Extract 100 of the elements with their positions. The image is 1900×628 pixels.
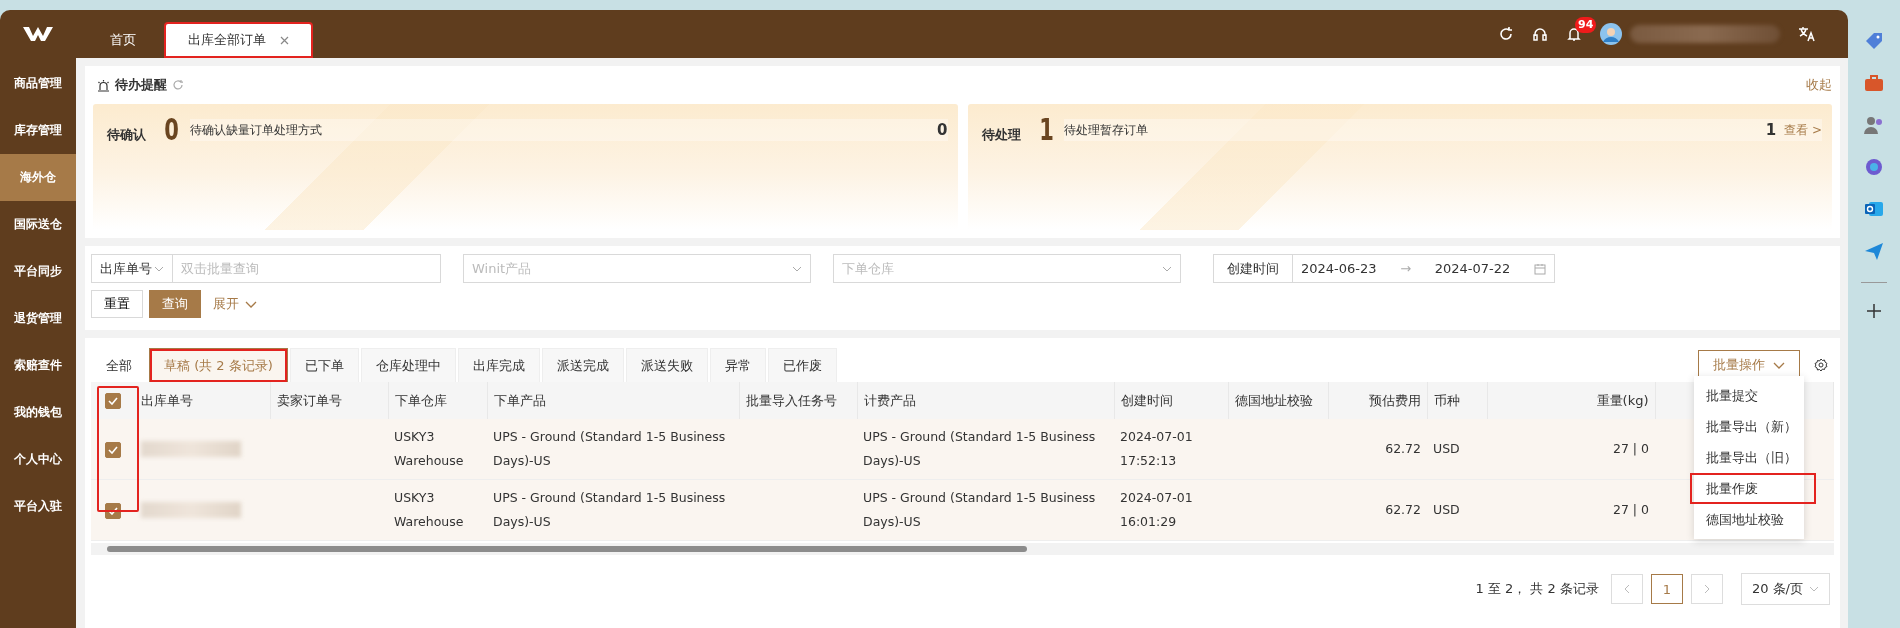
table-cell: UPS - Ground (Standard 1-5 Business Days)-US: [863, 429, 1096, 468]
task-count: 1: [1765, 121, 1777, 139]
column-header: 卖家订单号: [276, 392, 342, 408]
record-summary: 1 至 2， 共 2 条记录: [1475, 580, 1599, 598]
view-link[interactable]: 查看 >: [1784, 121, 1822, 139]
date-type-select[interactable]: 创建时间: [1213, 254, 1293, 283]
refresh-icon[interactable]: [1498, 26, 1514, 42]
table-cell: USD: [1433, 441, 1460, 456]
chevron-icon: [1773, 361, 1785, 369]
page-tab[interactable]: 首页: [86, 22, 160, 58]
chevron-icon: [792, 265, 802, 272]
horizontal-scrollbar[interactable]: [91, 543, 1834, 555]
chevron-icon: [1162, 265, 1172, 272]
menu-item[interactable]: 批量导出（旧）: [1694, 442, 1804, 473]
table-cell: 62.72: [1385, 441, 1421, 456]
menu-item[interactable]: 德国地址校验: [1694, 504, 1804, 535]
count-number: 0: [164, 112, 179, 148]
table-cell: UPS - Ground (Standard 1-5 Business Days)-US: [863, 490, 1096, 529]
check-icon: [108, 445, 118, 454]
chevron-icon: [1809, 586, 1819, 592]
headset-icon[interactable]: [1532, 26, 1548, 42]
check-icon: [108, 506, 118, 515]
status-tab[interactable]: 已下单: [289, 348, 359, 382]
card-label: 待处理: [981, 126, 1022, 144]
notification-badge: 94: [1575, 17, 1597, 33]
table-cell: 27 | 0: [1612, 502, 1649, 517]
table-cell: 2024-07-01 17:52:13: [1120, 429, 1193, 468]
table-cell: USKY3 Warehouse: [394, 490, 464, 529]
send-icon[interactable]: [1863, 240, 1885, 262]
translate-icon[interactable]: [1798, 26, 1816, 42]
field-select[interactable]: 出库单号: [91, 254, 173, 283]
check-icon: [108, 396, 118, 405]
column-header: 计费产品: [863, 392, 916, 408]
column-header: 下单产品: [493, 392, 546, 408]
page-button[interactable]: 1: [1650, 574, 1683, 604]
page-size-select[interactable]: 20 条/页: [1740, 573, 1830, 605]
column-header: 创建时间: [1120, 392, 1173, 408]
panel-title: 待办提醒: [115, 76, 167, 94]
calendar-icon: [1534, 262, 1546, 275]
status-tab[interactable]: 派送完成: [541, 348, 624, 382]
date-range-field[interactable]: 2024-06-23 → 2024-07-22: [1293, 254, 1555, 283]
count-number: 1: [1038, 112, 1054, 148]
sidebar-item[interactable]: 我的钱包: [0, 389, 76, 436]
status-tab[interactable]: 已作废: [767, 348, 837, 382]
column-header: 下单仓库: [394, 392, 447, 408]
column-header: 批量导入任务号: [745, 392, 837, 408]
task-text: 待处理暂存订单: [1064, 121, 1150, 139]
table-cell: UPS - Ground (Standard 1-5 Business Days)-US: [493, 429, 726, 468]
search-field[interactable]: 双击批量查询: [173, 254, 441, 283]
table-cell: UPS - Ground (Standard 1-5 Business Days)-US: [493, 490, 726, 529]
card-label: 待确认: [107, 126, 147, 144]
table-cell: 62.72: [1385, 502, 1421, 517]
status-tab[interactable]: 异常: [709, 348, 766, 382]
toolbox-icon[interactable]: [1863, 72, 1885, 94]
chevron-right-icon: [1703, 584, 1710, 594]
swirl-icon[interactable]: [1863, 156, 1885, 178]
menu-item[interactable]: 批量作废: [1690, 473, 1816, 504]
table-cell: USD: [1433, 502, 1460, 517]
logo-icon: [23, 27, 53, 41]
people-icon[interactable]: [1863, 114, 1885, 136]
close-icon[interactable]: [280, 35, 289, 45]
add-icon[interactable]: [1866, 303, 1882, 319]
status-tab[interactable]: 派送失败: [625, 348, 708, 382]
alarm-icon: [97, 78, 110, 92]
status-tab[interactable]: 仓库处理中: [360, 348, 456, 382]
bell-icon[interactable]: [1566, 26, 1582, 42]
sidebar-item[interactable]: 平台同步: [0, 248, 76, 295]
page-tab[interactable]: 出库全部订单: [164, 22, 313, 58]
sidebar-item[interactable]: 海外仓: [0, 154, 76, 201]
sidebar-item[interactable]: 退货管理: [0, 295, 76, 342]
menu-item[interactable]: 批量导出（新）: [1694, 411, 1804, 442]
column-header: 重量(kg): [1596, 392, 1649, 408]
row-checkbox[interactable]: [105, 441, 121, 458]
select-all-checkbox[interactable]: [105, 392, 121, 409]
sidebar-item[interactable]: 平台入驻: [0, 483, 76, 530]
table-cell: 2024-07-01 16:01:29: [1120, 490, 1193, 529]
status-tab[interactable]: 出库完成: [457, 348, 540, 382]
column-header: 德国地址校验: [1234, 392, 1313, 408]
column-header: 出库单号: [141, 392, 193, 408]
sidebar-item[interactable]: 商品管理: [0, 60, 76, 107]
table-cell: USKY3 Warehouse: [394, 429, 464, 468]
table-cell: 27 | 0: [1612, 441, 1649, 456]
chevron-left-icon: [1623, 584, 1630, 594]
chevron-icon: [245, 300, 257, 308]
task-text: 待确认缺量订单处理方式: [189, 121, 323, 139]
sidebar-item[interactable]: 国际送仓: [0, 201, 76, 248]
sidebar-item[interactable]: 个人中心: [0, 436, 76, 483]
collapse-link[interactable]: 收起: [1806, 76, 1832, 94]
column-header: 预估费用: [1368, 392, 1421, 408]
task-count: 0: [937, 121, 948, 139]
sidebar-item[interactable]: 库存管理: [0, 107, 76, 154]
chevron-icon: [154, 265, 164, 272]
query-button[interactable]: 查询: [149, 290, 201, 318]
expand-link[interactable]: 展开: [213, 295, 257, 313]
status-tab[interactable]: 草稿 (共 2 条记录): [149, 348, 288, 382]
avatar-icon[interactable]: [1600, 23, 1622, 45]
settings-icon[interactable]: [1814, 358, 1828, 372]
column-header: 币种: [1433, 392, 1460, 408]
sidebar-item[interactable]: 索赔查件: [0, 342, 76, 389]
reset-button[interactable]: 重置: [91, 290, 143, 318]
